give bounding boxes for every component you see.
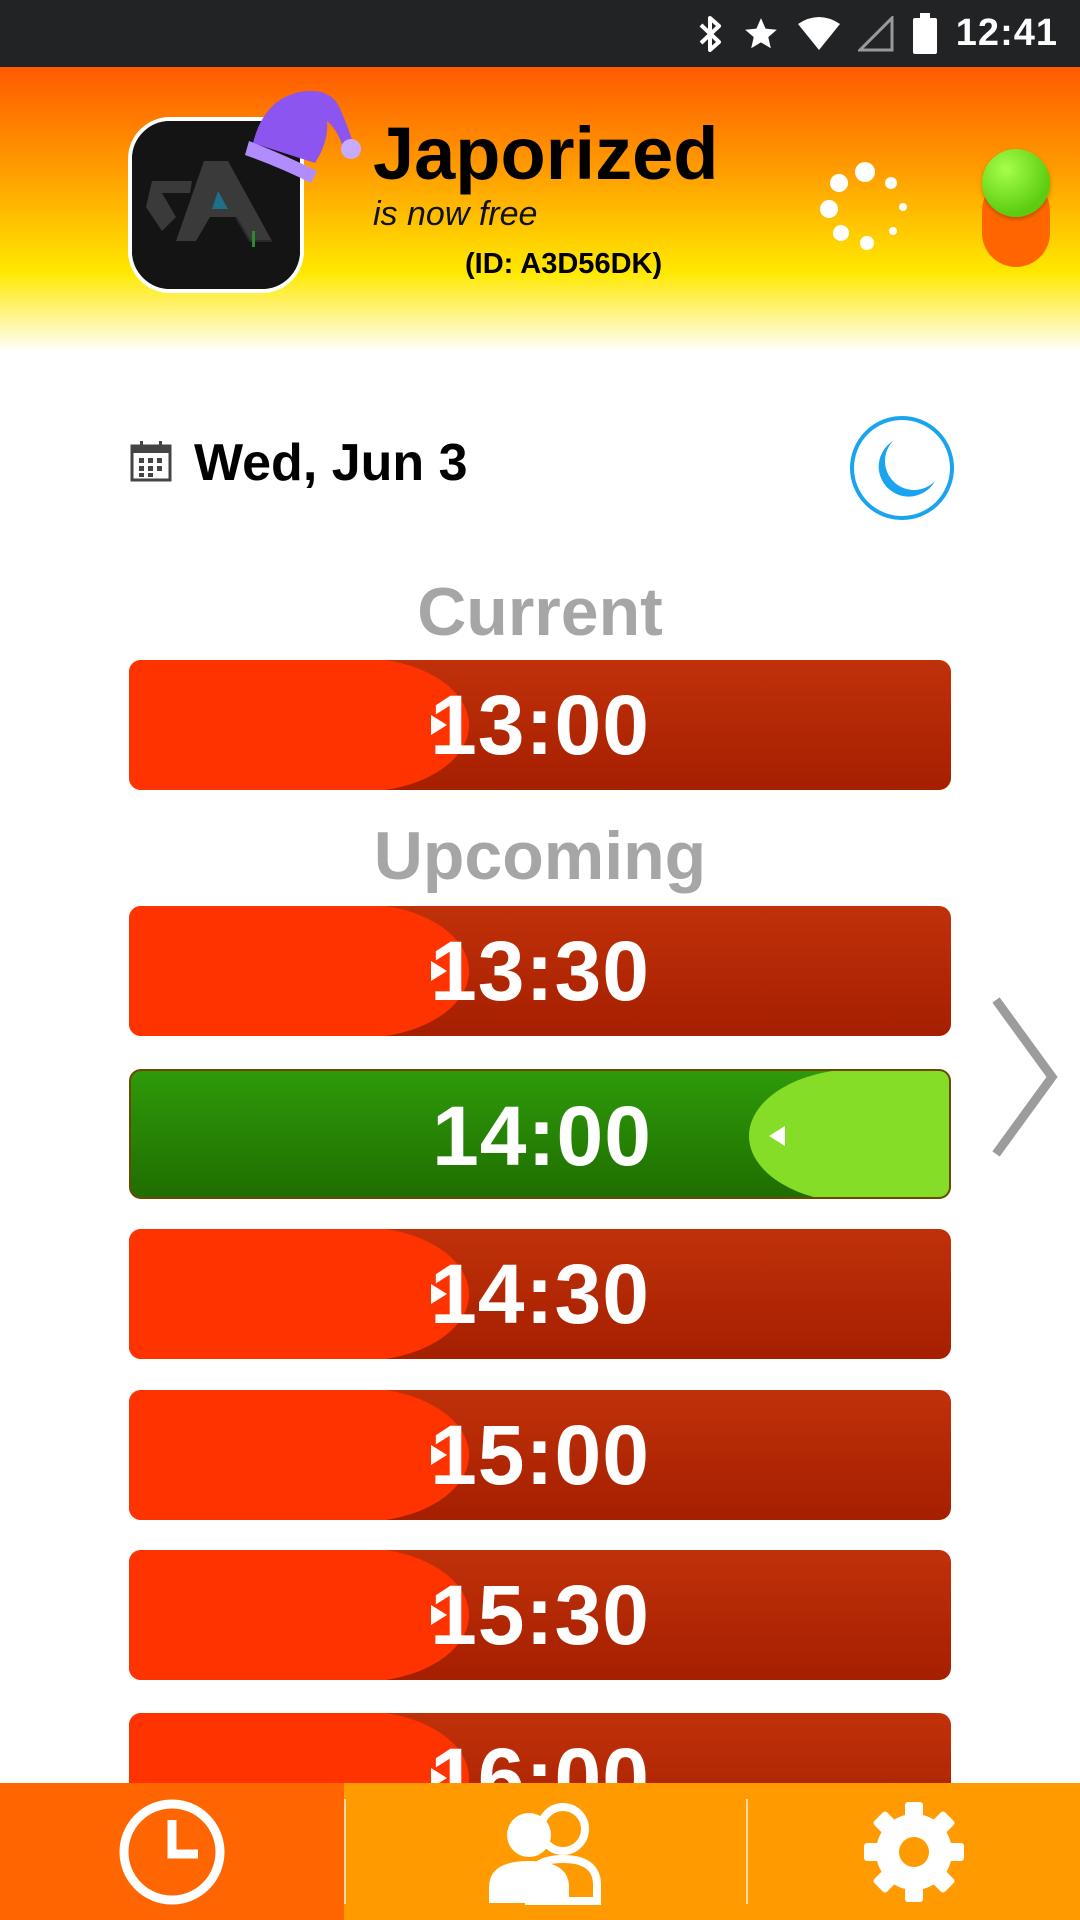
slot-time: 14:30 bbox=[430, 1246, 650, 1341]
nav-tab-schedule[interactable] bbox=[0, 1783, 344, 1920]
next-page-chevron-icon[interactable] bbox=[990, 996, 1060, 1158]
status-time: 12:41 bbox=[955, 12, 1058, 54]
time-slot-upcoming-selected[interactable]: 14:00 bbox=[129, 1069, 951, 1199]
date-row[interactable]: Wed, Jun 3 bbox=[130, 434, 468, 492]
time-slot-upcoming[interactable]: 13:30 bbox=[129, 906, 951, 1036]
bluetooth-icon bbox=[698, 14, 724, 54]
status-bar: 12:41 bbox=[0, 0, 1080, 67]
bottom-navigation bbox=[0, 1783, 1080, 1920]
calendar-icon bbox=[130, 440, 172, 487]
app-name: Japorized bbox=[373, 112, 719, 195]
slot-time: 13:30 bbox=[430, 923, 650, 1018]
date-label: Wed, Jun 3 bbox=[194, 434, 468, 492]
time-slot-upcoming[interactable]: 15:00 bbox=[129, 1390, 951, 1520]
signal-icon bbox=[857, 15, 894, 52]
wifi-icon bbox=[797, 16, 840, 52]
night-mode-button[interactable] bbox=[849, 415, 955, 526]
app-screen: 12:41 Japorized is now free (ID: A3D56DK… bbox=[0, 0, 1080, 1920]
upcoming-section-label: Upcoming bbox=[373, 818, 707, 894]
gear-icon bbox=[864, 1801, 964, 1902]
clock-icon bbox=[119, 1799, 225, 1904]
header: Japorized is now free (ID: A3D56DK) bbox=[0, 67, 1080, 352]
availability-toggle[interactable] bbox=[982, 149, 1050, 267]
loading-spinner-icon bbox=[820, 162, 907, 250]
santa-hat-icon bbox=[245, 90, 361, 183]
time-slot-upcoming[interactable]: 14:30 bbox=[129, 1229, 951, 1359]
slot-time: 14:00 bbox=[432, 1088, 652, 1183]
app-id: (ID: A3D56DK) bbox=[465, 248, 663, 280]
people-icon bbox=[489, 1802, 601, 1905]
battery-icon bbox=[912, 12, 938, 55]
nav-tab-settings[interactable] bbox=[748, 1783, 1080, 1920]
nav-tab-people[interactable] bbox=[346, 1783, 746, 1920]
slot-time: 13:00 bbox=[430, 677, 650, 772]
slot-time: 15:30 bbox=[430, 1567, 650, 1662]
time-slot-upcoming[interactable]: 15:30 bbox=[129, 1550, 951, 1680]
app-status: is now free bbox=[373, 195, 538, 233]
star-icon bbox=[742, 15, 780, 53]
current-section-label: Current bbox=[417, 574, 663, 650]
time-slot-current[interactable]: 13:00 bbox=[129, 660, 951, 790]
slot-time: 15:00 bbox=[430, 1407, 650, 1502]
toggle-knob[interactable] bbox=[982, 149, 1050, 217]
